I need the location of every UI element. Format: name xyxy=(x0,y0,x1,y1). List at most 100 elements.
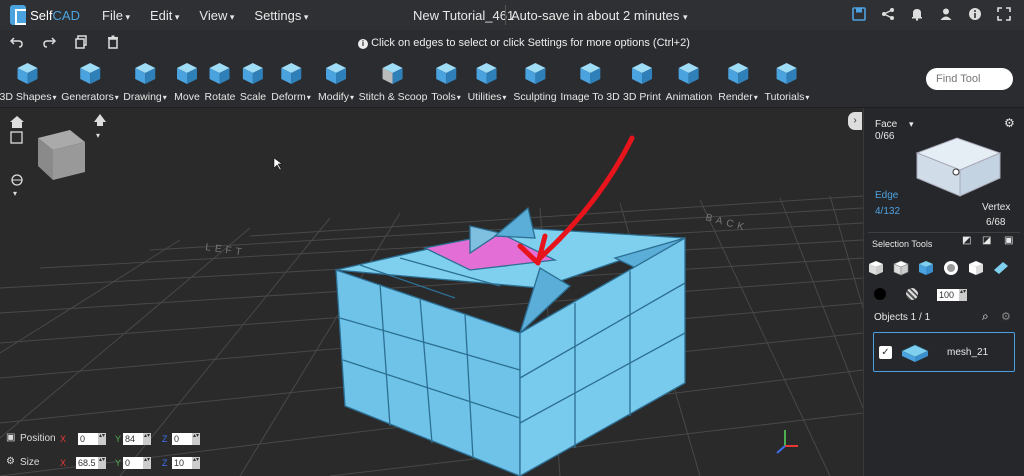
fullscreen-icon[interactable] xyxy=(996,6,1012,22)
tool-label: Tutorials xyxy=(765,91,810,103)
tool-sculpting[interactable]: Sculpting xyxy=(513,60,557,103)
info-icon[interactable] xyxy=(967,6,983,22)
save-icon[interactable] xyxy=(851,6,867,22)
menu-edit[interactable]: Edit xyxy=(150,8,179,23)
tool-deform[interactable]: Deform xyxy=(271,60,310,103)
selection-mode-cube[interactable] xyxy=(912,128,1002,198)
edge-label[interactable]: Edge xyxy=(875,190,898,201)
tool-image-to-3d[interactable]: Image To 3D xyxy=(560,60,620,103)
selection-mode[interactable]: Face xyxy=(875,119,897,130)
tool-label: Render xyxy=(718,91,757,103)
position-z-spinner[interactable]: ▴▾ xyxy=(192,433,200,445)
mesh-object[interactable] xyxy=(335,206,686,476)
position-y-spinner[interactable]: ▴▾ xyxy=(143,433,151,445)
paint-select-icon[interactable] xyxy=(916,258,936,278)
tool-move[interactable]: Move xyxy=(174,60,200,103)
position-icon: ▣ xyxy=(6,432,16,443)
share-icon[interactable] xyxy=(880,6,896,22)
tool-label: Rotate xyxy=(204,91,236,103)
position-y-input[interactable]: 84 xyxy=(123,433,143,445)
tool-render[interactable]: Render xyxy=(718,60,757,103)
tool-drawing[interactable]: Drawing xyxy=(123,60,167,103)
vertex-label[interactable]: Vertex xyxy=(982,202,1010,213)
tool-3d-print[interactable]: 3D Print xyxy=(623,60,661,103)
position-y-label: Y xyxy=(115,434,122,444)
selection-tool-icons xyxy=(866,258,1011,278)
tool-label: Tools xyxy=(431,91,461,103)
3d-print-icon xyxy=(632,63,652,84)
grid-select-icon[interactable] xyxy=(891,258,911,278)
edge-count: 4/132 xyxy=(875,206,901,217)
user-icon[interactable] xyxy=(938,6,954,22)
collapse-panel-button[interactable]: › xyxy=(848,112,862,130)
home-view-icon[interactable] xyxy=(10,116,24,128)
tree-view-dropdown-icon[interactable]: ▾ xyxy=(96,131,100,140)
select-all-icon[interactable]: ◩ xyxy=(962,235,971,246)
redo-icon[interactable] xyxy=(42,35,57,52)
tool-label: Stitch & Scoop xyxy=(358,91,428,103)
select-box-icon[interactable]: ▣ xyxy=(1004,235,1013,246)
position-label: Position xyxy=(20,433,56,444)
hint-text: Click on edges to select or click Settin… xyxy=(371,37,690,49)
menu-view[interactable]: View xyxy=(199,8,234,23)
size-z-input[interactable]: 10 xyxy=(172,457,192,469)
lasso-select-icon[interactable] xyxy=(966,258,986,278)
autosave-status[interactable]: Auto-save in about 2 minutes ▾ xyxy=(511,8,688,23)
object-visibility-checkbox[interactable]: ✓ xyxy=(879,346,892,359)
tool-generators[interactable]: Generators xyxy=(61,60,119,103)
single-select-icon[interactable] xyxy=(866,258,886,278)
globe-dropdown-icon[interactable]: ▾ xyxy=(13,189,17,198)
3d-viewport[interactable]: LEFT BACK ▾ ▾ ▣ Position X 0 ▴▾ Y 84 ▴▾ … xyxy=(0,108,863,476)
tool-tutorials[interactable]: Tutorials xyxy=(765,60,810,103)
brush-size-spinner[interactable]: ▴▾ xyxy=(959,289,967,301)
search-objects-icon[interactable]: ⌕ xyxy=(982,309,989,324)
plane-select-icon[interactable] xyxy=(991,258,1011,278)
position-x-input[interactable]: 0 xyxy=(78,433,98,445)
undo-icon[interactable] xyxy=(9,35,24,52)
objects-settings-icon[interactable]: ⚙ xyxy=(1001,310,1011,323)
size-x-spinner[interactable]: ▴▾ xyxy=(98,457,106,469)
vertex-count: 6/68 xyxy=(986,217,1006,228)
sphere-select-icon[interactable] xyxy=(941,258,961,278)
panel-settings-icon[interactable]: ⚙ xyxy=(1004,116,1015,130)
animation-icon xyxy=(678,63,699,84)
tool-stitch-scoop[interactable]: Stitch & Scoop xyxy=(358,60,428,103)
tool-3d-shapes[interactable]: 3D Shapes xyxy=(0,60,56,103)
bell-icon[interactable] xyxy=(909,6,925,22)
copy-icon[interactable] xyxy=(74,35,88,52)
tool-utilities[interactable]: Utilities xyxy=(468,60,507,103)
scene-canvas[interactable]: LEFT BACK ▾ ▾ xyxy=(0,108,863,476)
menu-settings[interactable]: Settings xyxy=(254,8,308,23)
hint-info-icon: i xyxy=(358,39,368,49)
object-list-item[interactable]: ✓ mesh_21 xyxy=(873,332,1015,372)
select-object-icon[interactable]: ◪ xyxy=(982,235,991,246)
brush-size-input[interactable]: 100 xyxy=(937,289,959,301)
selection-hint: i Click on edges to select or click Sett… xyxy=(358,37,690,49)
position-x-spinner[interactable]: ▴▾ xyxy=(98,433,106,445)
size-z-spinner[interactable]: ▴▾ xyxy=(192,457,200,469)
tool-label: Animation xyxy=(665,91,713,103)
globe-icon[interactable] xyxy=(11,174,23,186)
tool-tools[interactable]: Tools xyxy=(431,60,461,103)
document-title[interactable]: New Tutorial_461 xyxy=(413,8,514,23)
size-x-input[interactable]: 68.5 xyxy=(76,457,98,469)
size-y-spinner[interactable]: ▴▾ xyxy=(143,457,151,469)
tool-animation[interactable]: Animation xyxy=(665,60,713,103)
tool-label: Generators xyxy=(61,91,119,103)
selfcad-logo[interactable]: SelfCAD xyxy=(10,5,80,25)
tool-scale[interactable]: Scale xyxy=(240,60,266,103)
position-z-input[interactable]: 0 xyxy=(172,433,192,445)
tree-view-icon[interactable] xyxy=(94,114,106,126)
menu-file[interactable]: File xyxy=(102,8,130,23)
brush-pattern-icon[interactable] xyxy=(906,288,918,300)
main-menu: File Edit View Settings xyxy=(102,8,308,23)
tool-label: Utilities xyxy=(468,91,507,103)
trash-icon[interactable] xyxy=(106,35,120,52)
brush-color-icon[interactable] xyxy=(874,288,886,300)
size-y-input[interactable]: 0 xyxy=(123,457,143,469)
view-cube[interactable] xyxy=(38,130,85,180)
tool-rotate[interactable]: Rotate xyxy=(204,60,236,103)
focus-icon[interactable] xyxy=(10,131,23,144)
find-tool-input[interactable]: Find Tool xyxy=(926,68,1013,90)
tool-modify[interactable]: Modify xyxy=(318,60,354,103)
